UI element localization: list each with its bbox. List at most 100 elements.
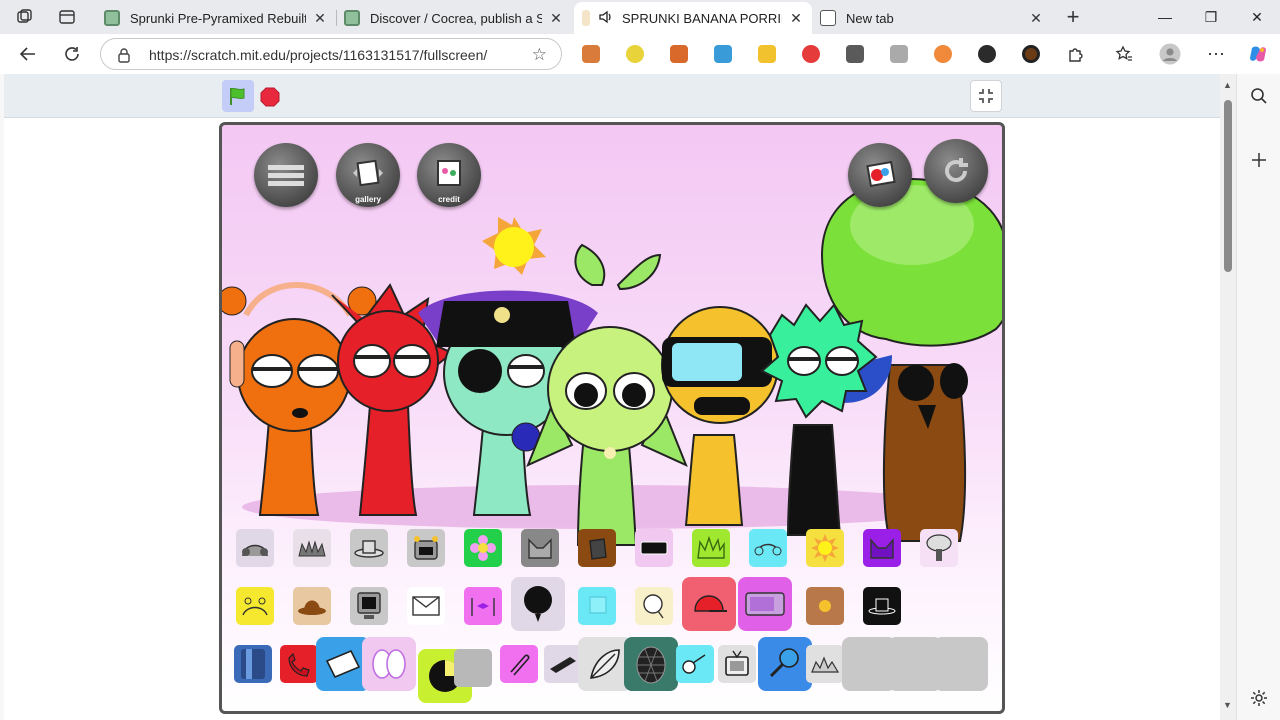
credit-button[interactable]: credit (417, 143, 481, 207)
palette-item-magnifier[interactable] (635, 587, 673, 625)
extension-icon[interactable] (582, 45, 600, 63)
extension-icon[interactable] (802, 45, 820, 63)
extension-icon[interactable] (758, 45, 776, 63)
extension-icon[interactable] (626, 45, 644, 63)
palette-item-wings[interactable] (362, 637, 416, 691)
palette-item-spiky-hair[interactable] (293, 529, 331, 567)
envelope-icon (412, 596, 440, 616)
palette-item-bucket[interactable] (578, 529, 616, 567)
palette-item-sun[interactable] (806, 529, 844, 567)
palette-item-gray-spikes[interactable] (806, 645, 844, 683)
close-window-button[interactable]: ✕ (1234, 0, 1280, 34)
palette-item-envelope[interactable] (407, 587, 445, 625)
spikes-icon (697, 536, 725, 559)
url-text[interactable]: https://scratch.mit.edu/projects/1163131… (149, 47, 487, 63)
tab-close-icon[interactable]: ✕ (1028, 10, 1044, 27)
add-sidebar-app-icon[interactable] (1247, 148, 1271, 172)
sidebar-settings-gear-icon[interactable] (1247, 686, 1271, 710)
scrollbar-thumb[interactable] (1224, 100, 1232, 272)
green-flag-button[interactable] (222, 80, 254, 112)
photo-icon (866, 160, 896, 188)
menu-button[interactable] (254, 143, 318, 207)
tab-cocrea-discover[interactable]: Discover / Cocrea, publish a Scrat ✕ (336, 2, 572, 34)
favorites-icon[interactable] (1112, 42, 1136, 66)
palette-item-brown-hat[interactable] (293, 587, 331, 625)
extension-icon[interactable] (978, 45, 996, 63)
headphones-icon (754, 543, 782, 556)
palette-item-tv[interactable] (718, 645, 756, 683)
workspaces-icon[interactable] (14, 6, 36, 28)
extension-icon[interactable] (846, 45, 864, 63)
project-stage[interactable]: gallery credit (219, 122, 1005, 714)
settings-more-icon[interactable]: ⋯ (1204, 42, 1228, 66)
extension-icon[interactable] (1022, 45, 1040, 63)
exit-fullscreen-button[interactable] (970, 80, 1002, 112)
extension-icon[interactable] (890, 45, 908, 63)
palette-item-black-balloon[interactable] (511, 577, 565, 631)
palette-item-flower[interactable] (464, 529, 502, 567)
scroll-up-icon[interactable]: ▲ (1223, 80, 1232, 90)
extensions-puzzle-icon[interactable] (1064, 42, 1088, 66)
gallery-button[interactable]: gallery (336, 143, 400, 207)
tab-close-icon[interactable]: ✕ (312, 10, 328, 27)
page-scrollbar[interactable]: ▲ ▼ (1220, 74, 1236, 720)
copilot-icon[interactable] (1246, 42, 1270, 66)
coin-icon (819, 600, 831, 612)
palette-item-black-hat[interactable] (863, 587, 901, 625)
refresh-icon[interactable] (60, 42, 84, 66)
extension-icon[interactable] (714, 45, 732, 63)
profile-avatar-icon[interactable] (1158, 42, 1182, 66)
palette-item-gray-headphones[interactable] (236, 529, 274, 567)
palette-item-gray-ears[interactable] (521, 529, 559, 567)
palette-item-whistle[interactable] (676, 645, 714, 683)
vertical-tabs-icon[interactable] (56, 6, 78, 28)
address-bar[interactable]: https://scratch.mit.edu/projects/1163131… (100, 38, 562, 70)
reset-button[interactable] (924, 139, 988, 203)
palette-item-gold-coin[interactable] (806, 587, 844, 625)
extension-icon[interactable] (934, 45, 952, 63)
tab-close-icon[interactable]: ✕ (548, 10, 564, 27)
palette-item-computer[interactable] (350, 587, 388, 625)
bow-icon (471, 598, 495, 616)
palette-item-blue-panel[interactable] (234, 645, 272, 683)
stop-button[interactable] (260, 87, 280, 107)
scroll-down-icon[interactable]: ▼ (1223, 700, 1232, 710)
palette-item-telephone[interactable] (280, 645, 318, 683)
photo-button[interactable] (848, 143, 912, 207)
ears-icon (870, 538, 894, 559)
palette-item-black-glasses[interactable] (635, 529, 673, 567)
palette-item-purple-ears[interactable] (863, 529, 901, 567)
palette-item-green-spikes[interactable] (692, 529, 730, 567)
palette-item-gray-block[interactable] (454, 649, 492, 687)
extension-icon[interactable] (670, 45, 688, 63)
palette-item-paperclip[interactable] (500, 645, 538, 683)
tab-new-tab[interactable]: New tab ✕ (812, 2, 1052, 34)
tab-sprunki-pre-pyramixed[interactable]: Sprunki Pre-Pyramixed Rebuilt by ✕ (96, 2, 336, 34)
palette-item-cyan-cube[interactable] (578, 587, 616, 625)
tab-close-icon[interactable]: ✕ (788, 10, 804, 27)
minimize-button[interactable]: — (1142, 0, 1188, 34)
palette-item-pinecone[interactable] (624, 637, 678, 691)
tab-sprunki-banana-porridge[interactable]: SPRUNKI BANANA PORRIDG ✕ (574, 2, 812, 34)
back-icon[interactable] (16, 42, 40, 66)
palette-item-pink-bow[interactable] (464, 587, 502, 625)
palette-item-red-cap[interactable] (682, 577, 736, 631)
credit-label: credit (438, 195, 460, 204)
audio-playing-icon[interactable] (598, 9, 614, 28)
palette-item-mushroom[interactable] (920, 529, 958, 567)
restore-button[interactable]: ❐ (1188, 0, 1234, 34)
palette-item-yellow-antenna[interactable] (236, 587, 274, 625)
palette-item-microwave[interactable] (738, 577, 792, 631)
palette-item-blue-magnifier[interactable] (758, 637, 812, 691)
palette-item-cyan-headphones[interactable] (749, 529, 787, 567)
lock-icon[interactable] (117, 47, 131, 68)
palette-item-robot-head[interactable] (407, 529, 445, 567)
favorite-star-icon[interactable]: ☆ (532, 45, 547, 65)
new-tab-button[interactable]: + (1062, 4, 1084, 29)
palette-item-harmonica[interactable] (544, 645, 582, 683)
palette-item-hat[interactable] (350, 529, 388, 567)
palette-item-empty-slot[interactable] (934, 637, 988, 691)
search-icon[interactable] (1247, 84, 1271, 108)
tab-title: New tab (846, 10, 894, 26)
magnifier-icon (643, 594, 664, 619)
